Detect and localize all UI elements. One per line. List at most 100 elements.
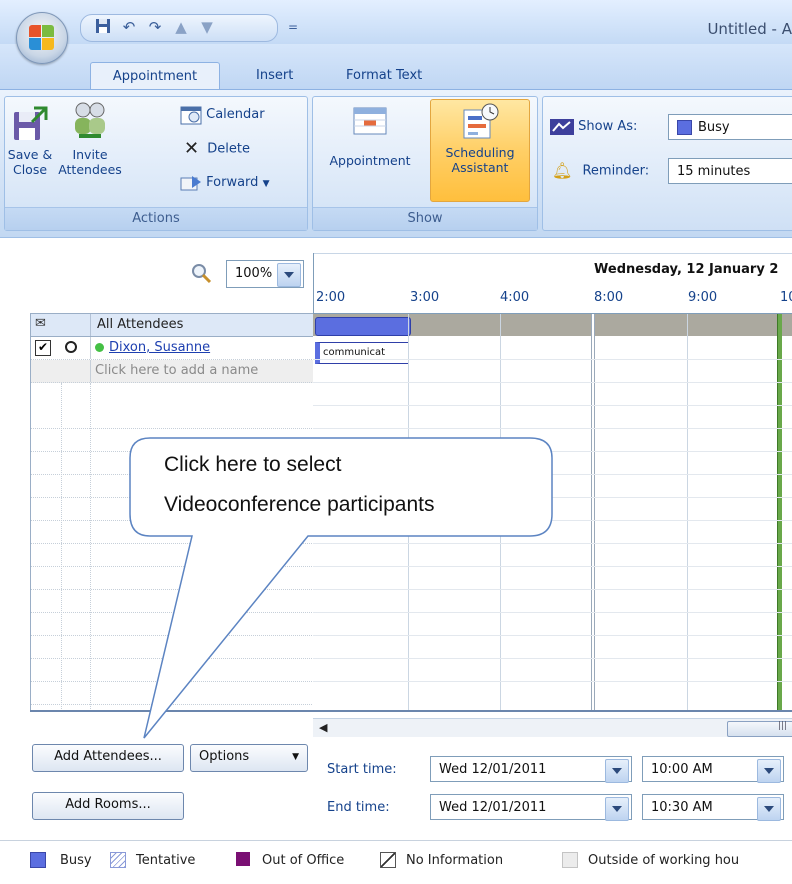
callout-line-1: Click here to select [164,453,342,476]
tentative-legend-icon [110,852,126,868]
reminder-label: Reminder: [582,163,650,179]
busy-swatch-icon [677,120,692,135]
time-label: 2:00 [316,290,346,305]
end-time-dropdown-icon[interactable] [757,797,781,821]
show-as-icon [550,118,574,135]
show-as-value: Busy [698,120,730,135]
zoom-dropdown-icon[interactable] [277,263,301,287]
zoom-select[interactable]: 100% [226,260,304,288]
end-date-select[interactable]: Wed 12/01/2011 [430,794,632,821]
legend-tentative: Tentative [136,853,196,868]
end-time-select[interactable]: 10:30 AM [642,794,784,821]
show-as-select[interactable]: Busy [668,114,792,140]
add-name-row[interactable]: Click here to add a name [31,360,314,383]
current-time-marker [777,314,782,711]
forward-dropdown-icon: ▼ [262,179,270,189]
save-close-icon [14,106,48,140]
outside-hours-legend-icon [562,852,578,868]
tab-format-text[interactable]: Format Text [336,62,432,90]
scheduling-assistant-icon [463,103,499,139]
attendee-checkbox[interactable]: ✔ [35,340,51,356]
presence-icon [95,343,104,352]
appointment-view-button[interactable]: Appointment [314,100,426,204]
start-date-dropdown-icon[interactable] [605,759,629,783]
calendar-label: Calendar [206,107,265,122]
scheduling-label-1: Scheduling [445,145,515,160]
header-left-border [313,253,314,313]
save-close-button[interactable]: Save & Close [6,100,54,204]
no-information-legend-icon [380,852,396,868]
time-label: 9:00 [688,290,718,305]
quick-access-toolbar: ↶ ↷ ▲ ▼ = [72,14,298,42]
zoom-icon [190,262,214,286]
add-rooms-button[interactable]: Add Rooms... [32,792,184,820]
redo-icon[interactable]: ↷ [146,18,164,36]
scheduling-label-2: Assistant [451,160,509,175]
next-item-icon[interactable]: ▼ [198,18,216,36]
reminder-select[interactable]: 15 minutes [668,158,792,184]
invite-attendees-button[interactable]: Invite Attendees [58,100,122,204]
schedule-date-header: Wednesday, 12 January 2 [594,262,779,277]
scroll-thumb[interactable]: ||| [727,721,792,737]
office-logo-icon [29,25,55,51]
add-attendees-button[interactable]: Add Attendees... [32,744,184,772]
legend-separator [0,840,792,841]
legend-busy: Busy [60,853,92,868]
calendar-button[interactable]: Calendar [180,104,265,126]
all-attendees-row: ✉ All Attendees [31,314,314,337]
options-label: Options [199,749,250,764]
time-label: 8:00 [594,290,624,305]
invite-attendees-icon [75,102,105,138]
scheduling-assistant-button[interactable]: Scheduling Assistant [430,99,530,202]
horizontal-scrollbar[interactable]: ◀ ||| [313,718,792,737]
start-date-select[interactable]: Wed 12/01/2011 [430,756,632,783]
appointment-view-label: Appointment [329,153,411,168]
legend-outside-hours: Outside of working hou [588,853,740,868]
delete-button[interactable]: ✕ Delete [184,138,250,160]
start-time-dropdown-icon[interactable] [757,759,781,783]
invite-label-2: Attendees [58,162,122,177]
save-close-label-2: Close [12,162,48,177]
window-title: Untitled - A [707,20,792,38]
actions-group-label: Actions [5,207,307,230]
reminder-value: 15 minutes [677,164,751,179]
save-close-label-1: Save & [7,147,53,162]
forward-icon [180,175,201,190]
start-time-label: Start time: [327,762,397,777]
delete-icon: ✕ [184,138,200,159]
appointment-view-icon [353,107,387,135]
time-label: 3:00 [410,290,440,305]
add-name-placeholder[interactable]: Click here to add a name [95,363,258,378]
attendee-busy-block: communicat [315,342,409,364]
reminder-label-row: 🔔︎ Reminder: [552,160,649,182]
forward-label: Forward [206,175,259,190]
start-time-value: 10:00 AM [651,762,713,777]
start-time-select[interactable]: 10:00 AM [642,756,784,783]
legend-out-of-office: Out of Office [262,853,345,868]
forward-button[interactable]: Forward ▼ [180,172,269,194]
previous-item-icon[interactable]: ▲ [172,18,190,36]
scroll-left-icon[interactable]: ◀ [319,721,327,734]
busy-legend-icon [30,852,46,868]
tab-appointment[interactable]: Appointment [90,62,220,91]
ribbon-separator [0,237,792,238]
busy-block [315,317,411,336]
tab-insert[interactable]: Insert [246,62,303,90]
legend-no-information: No Information [406,853,504,868]
customize-qat-icon[interactable]: = [284,18,302,36]
show-as-label: Show As: [578,119,638,134]
zoom-value: 100% [235,266,273,281]
office-button[interactable] [16,12,68,64]
time-label: 10 [780,290,792,305]
options-button[interactable]: Options ▼ [190,744,308,772]
end-date-dropdown-icon[interactable] [605,797,629,821]
end-time-value: 10:30 AM [651,800,713,815]
reminder-bell-icon: 🔔︎ [552,161,573,180]
show-group-label: Show [313,207,537,230]
required-attendee-icon[interactable] [65,341,77,353]
end-date-value: Wed 12/01/2011 [439,800,547,815]
undo-icon[interactable]: ↶ [120,18,138,36]
attendee-name[interactable]: Dixon, Susanne [109,340,210,355]
attendee-row[interactable]: ✔ Dixon, Susanne [31,337,314,360]
save-icon[interactable] [94,18,112,36]
